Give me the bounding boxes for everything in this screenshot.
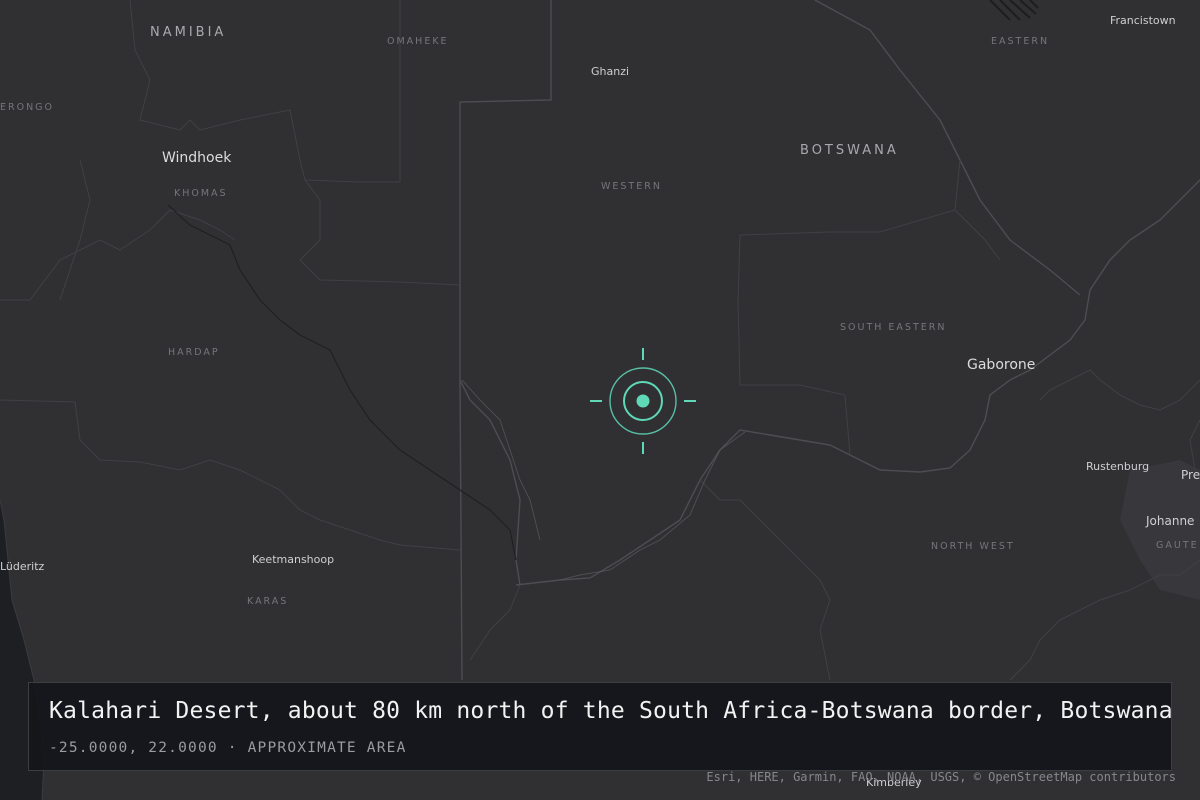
city-label-gaborone: Gaborone [967,357,1036,373]
region-label-eastern: EASTERN [991,36,1050,47]
country-label-namibia: NAMIBIA [150,25,227,40]
location-caption-panel: Kalahari Desert, about 80 km north of th… [28,682,1173,771]
city-label-pretoria: Pre [1181,468,1200,482]
location-subtitle: -25.0000, 22.0000 · APPROXIMATE AREA [49,740,407,756]
precision-label: APPROXIMATE AREA [247,740,407,756]
city-label-ghanzi: Ghanzi [591,65,630,78]
region-label-karas: KARAS [247,596,289,607]
country-borders [459,0,1200,681]
country-label-botswana: BOTSWANA [800,143,899,158]
city-label-johannesburg: Johanne [1146,514,1195,528]
region-label-south-eastern: SOUTH EASTERN [840,322,947,333]
region-label-north-west: NORTH WEST [931,541,1015,552]
city-label-luderitz: Lüderitz [0,560,45,573]
city-label-rustenburg: Rustenburg [1086,460,1150,473]
region-label-omaheke: OMAHEKE [387,36,449,47]
region-label-khomas: KHOMAS [174,188,228,199]
location-title: Kalahari Desert, about 80 km north of th… [49,698,1173,724]
city-label-francistown: Francistown [1110,14,1176,27]
map-attribution: Esri, HERE, Garmin, FAO, NOAA, USGS, © O… [706,770,1176,784]
region-label-gauteng: GAUTE [1156,540,1199,551]
coordinates-text: -25.0000, 22.0000 [49,740,218,756]
region-label-western: WESTERN [601,181,662,192]
admin-borders [0,0,1200,681]
separator-dot: · [227,740,238,756]
hatched-area [989,0,1039,21]
region-label-hardap: HARDAP [168,347,220,358]
city-label-keetmanshoop: Keetmanshoop [252,553,335,566]
location-target-icon[interactable] [590,348,696,454]
map-view[interactable]: NAMIBIA BOTSWANA OMAHEKE EASTERN ERONGO … [0,0,1200,800]
region-label-erongo: ERONGO [0,102,55,113]
city-label-windhoek: Windhoek [162,150,232,166]
